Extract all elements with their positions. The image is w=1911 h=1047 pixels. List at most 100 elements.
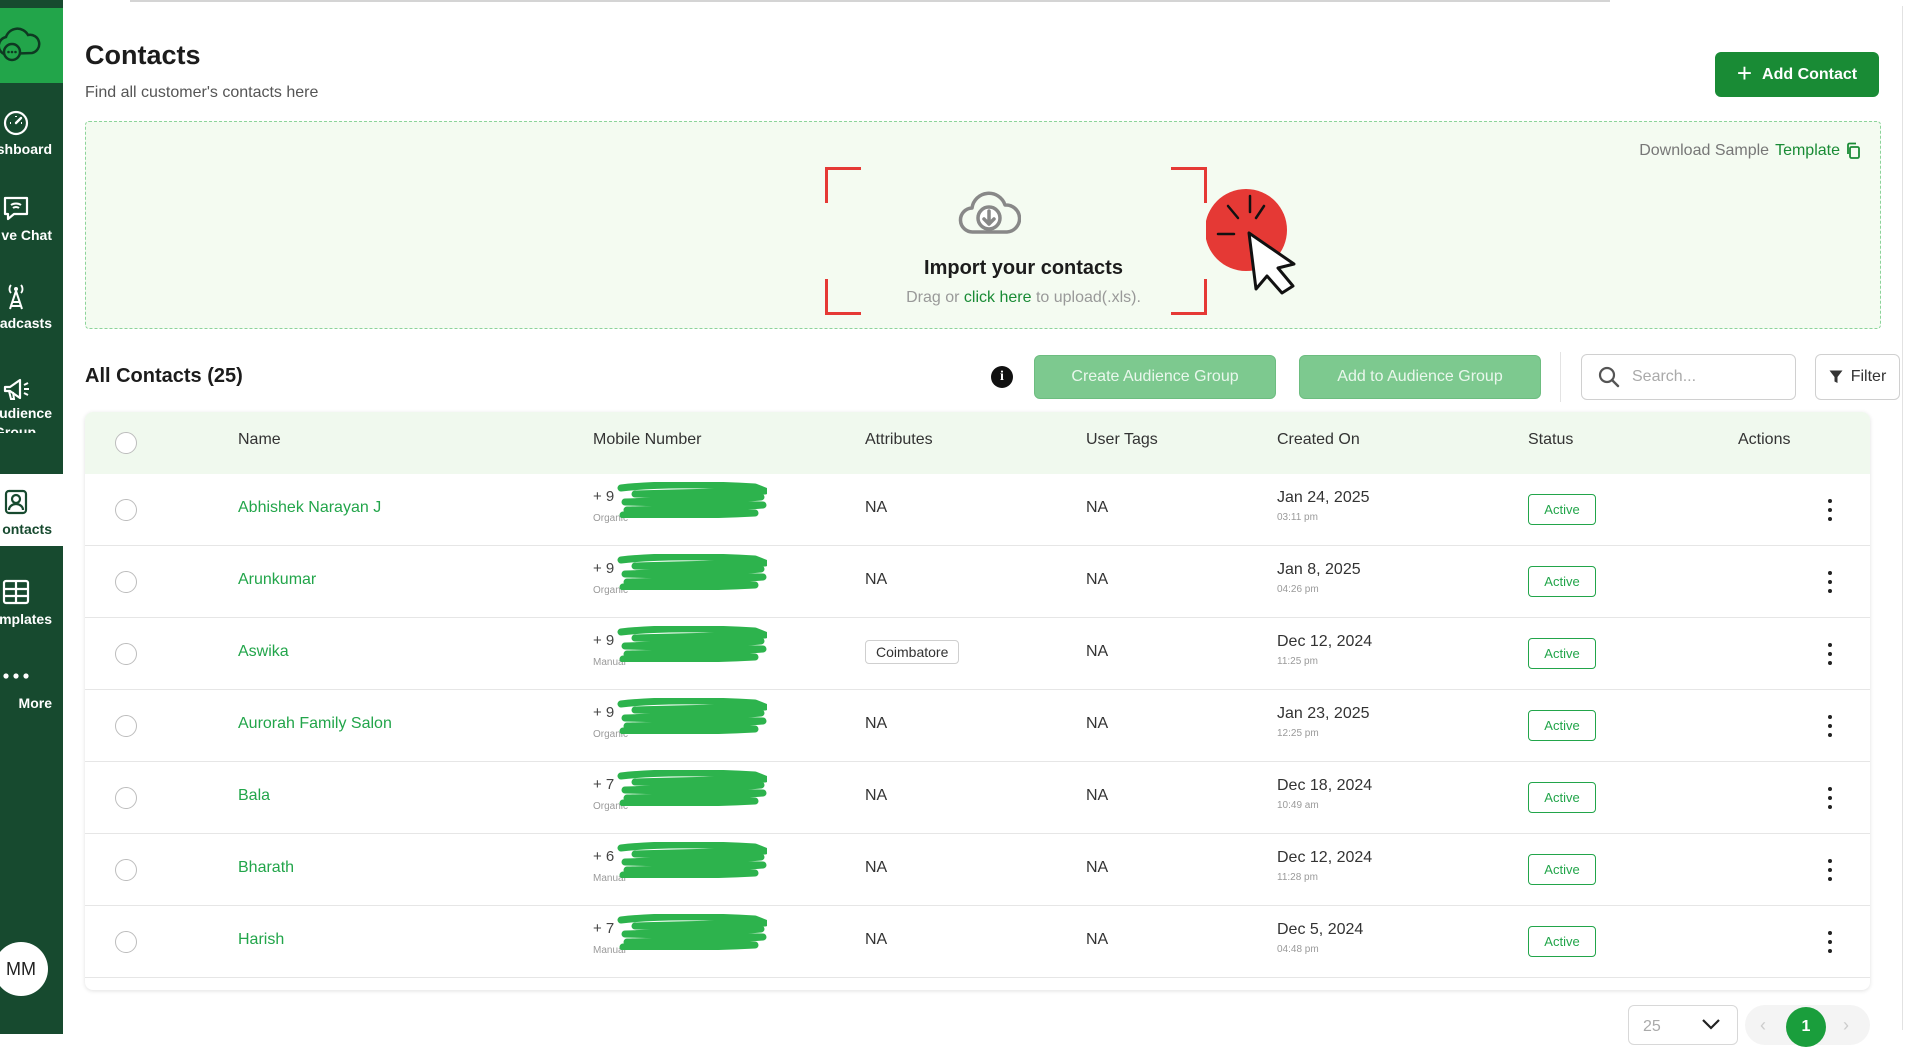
row-checkbox[interactable] [115, 715, 137, 737]
contact-name-link[interactable]: Aswika [238, 643, 289, 661]
user-avatar[interactable]: MM [0, 942, 48, 996]
sidebar-item-label: More [18, 695, 52, 711]
row-actions-menu-icon[interactable] [1826, 856, 1834, 884]
filter-funnel-icon [1829, 370, 1843, 383]
created-date: Dec 18, 2024 [1277, 777, 1373, 794]
status-badge: Active [1528, 782, 1596, 813]
sidebar-item-7[interactable]: More [0, 648, 63, 720]
sidebar-item-2[interactable]: ve Chat [0, 180, 63, 252]
sidebar-item-label-line2: Group [0, 424, 36, 433]
table-row[interactable]: Harish + 7 Manual NA NA Dec 5, 2024 04:48 pm Ac… [85, 906, 1870, 978]
col-mobile[interactable]: Mobile Number [593, 431, 701, 449]
page-size-select[interactable]: 25 [1628, 1005, 1738, 1045]
create-audience-group-button[interactable]: Create Audience Group [1034, 355, 1276, 399]
mobile-number: + 9 [593, 632, 615, 649]
table-row[interactable]: Bharath + 6 Manual NA NA Dec 12, 2024 11:28 pm… [85, 834, 1870, 906]
mobile-number: + 9 [593, 488, 615, 505]
page-subtitle: Find all customer's contacts here [85, 84, 319, 101]
row-actions-menu-icon[interactable] [1826, 640, 1834, 668]
add-to-audience-group-button[interactable]: Add to Audience Group [1299, 355, 1541, 399]
page-title: Contacts [85, 40, 201, 70]
created-time: 11:25 pm [1277, 656, 1318, 667]
sidebar-item-3[interactable]: oadcasts [0, 268, 63, 340]
table-row[interactable]: Arunkumar + 9 Organic NA NA Jan 8, 2025 04:26 … [85, 546, 1870, 618]
import-instructions: Drag or click here to upload(.xls). [786, 289, 1261, 307]
filter-button[interactable]: Filter [1815, 354, 1900, 400]
sidebar-item-4[interactable]: udience Group [0, 361, 63, 433]
table-row[interactable]: Bala + 7 Organic NA NA Dec 18, 2024 10:49 am Ac… [85, 762, 1870, 834]
chat-cloud-logo-icon [0, 27, 41, 62]
contact-name-link[interactable]: Harish [238, 931, 284, 949]
row-checkbox[interactable] [115, 499, 137, 521]
import-dropzone[interactable]: Download Sample Template Import your con… [85, 121, 1881, 329]
contact-name-link[interactable]: Bharath [238, 859, 294, 877]
col-actions: Actions [1738, 431, 1791, 448]
sidebar-item-1[interactable]: shboard [0, 94, 63, 166]
copy-icon[interactable] [1846, 142, 1862, 160]
attribute-value: NA [865, 787, 888, 804]
upload-click-here-link[interactable]: click here [964, 289, 1032, 306]
row-checkbox[interactable] [115, 787, 137, 809]
sidebar-item-label: mplates [0, 611, 52, 627]
search-input[interactable]: Search... [1581, 354, 1796, 400]
template-link[interactable]: Template [1775, 142, 1840, 160]
redaction-scribble [617, 842, 767, 878]
col-attributes[interactable]: Attributes [865, 431, 933, 449]
sidebar-item-label: shboard [0, 141, 52, 157]
table-row[interactable]: Abhishek Narayan J + 9 Organic NA NA Jan 24, … [85, 474, 1870, 546]
row-actions-menu-icon[interactable] [1826, 928, 1834, 956]
row-actions-menu-icon[interactable] [1826, 496, 1834, 524]
focus-bracket-top-left [825, 167, 861, 203]
more-dots-icon [2, 662, 30, 690]
created-time: 10:49 am [1277, 800, 1319, 811]
status-badge: Active [1528, 926, 1596, 957]
row-checkbox[interactable] [115, 571, 137, 593]
table-row[interactable]: Aswika + 9 Manual Coimbatore NA Dec 12, 2024 1… [85, 618, 1870, 690]
broadcast-tower-icon [2, 282, 30, 310]
toolbar-divider [1560, 352, 1561, 402]
current-page[interactable]: 1 [1786, 1007, 1826, 1047]
col-status[interactable]: Status [1528, 431, 1573, 449]
import-sub-suffix: to upload(.xls). [1035, 289, 1141, 306]
row-checkbox[interactable] [115, 643, 137, 665]
col-name[interactable]: Name [238, 431, 281, 449]
contact-name-link[interactable]: Bala [238, 787, 270, 805]
user-tags-value: NA [1086, 715, 1109, 732]
row-checkbox[interactable] [115, 931, 137, 953]
top-divider [130, 0, 1610, 2]
user-tags-value: NA [1086, 499, 1109, 516]
status-badge: Active [1528, 638, 1596, 669]
add-contact-button[interactable]: + Add Contact [1715, 52, 1879, 97]
download-sample-template: Download Sample Template [1639, 142, 1862, 160]
status-badge: Active [1528, 854, 1596, 885]
col-created-on[interactable]: Created On [1277, 431, 1360, 449]
mobile-number: + 7 [593, 920, 615, 937]
mobile-number: + 7 [593, 776, 615, 793]
row-actions-menu-icon[interactable] [1826, 784, 1834, 812]
row-actions-menu-icon[interactable] [1826, 568, 1834, 596]
info-icon[interactable]: i [991, 366, 1013, 388]
import-title: Import your contacts [924, 257, 1123, 279]
col-user-tags[interactable]: User Tags [1086, 431, 1158, 449]
contact-name-link[interactable]: Aurorah Family Salon [238, 715, 392, 733]
row-actions-menu-icon[interactable] [1826, 712, 1834, 740]
created-time: 11:28 pm [1277, 872, 1318, 883]
sidebar-item-6[interactable]: mplates [0, 564, 63, 636]
attribute-value: NA [865, 931, 888, 948]
attribute-value: NA [865, 571, 888, 588]
dashboard-icon [2, 108, 30, 136]
download-sample-label: Download Sample [1639, 142, 1770, 159]
row-checkbox[interactable] [115, 859, 137, 881]
redaction-scribble [617, 626, 767, 662]
contact-name-link[interactable]: Arunkumar [238, 571, 316, 589]
select-all-checkbox[interactable] [115, 432, 137, 454]
logo[interactable] [0, 8, 63, 83]
prev-page-button[interactable]: ‹ [1760, 1015, 1766, 1036]
redaction-scribble [617, 698, 767, 734]
next-page-button[interactable]: › [1843, 1015, 1849, 1036]
search-placeholder: Search... [1632, 368, 1697, 385]
sidebar-item-5[interactable]: ontacts [0, 474, 63, 546]
table-row[interactable]: Aurorah Family Salon + 9 Organic NA NA Jan 23… [85, 690, 1870, 762]
contacts-table: Name Mobile Number Attributes User Tags … [85, 412, 1870, 990]
contact-name-link[interactable]: Abhishek Narayan J [238, 499, 381, 517]
